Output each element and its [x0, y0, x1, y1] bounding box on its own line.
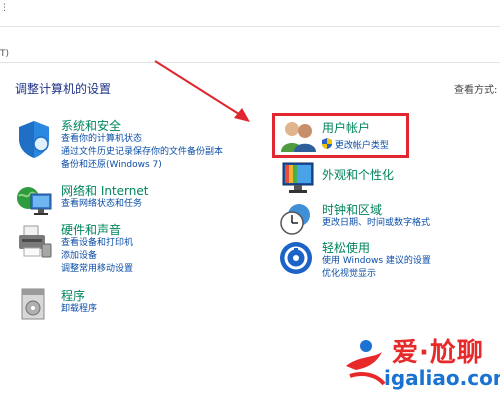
category-title[interactable]: 时钟和区域: [322, 203, 430, 217]
category-clock-region: 时钟和区域 更改日期、时间或数字格式: [322, 203, 430, 230]
programs-icon: [21, 288, 45, 320]
link-backup-restore[interactable]: 备份和还原(Windows 7): [61, 159, 223, 172]
link-network-status[interactable]: 查看网络状态和任务: [61, 198, 148, 211]
category-appearance: 外观和个性化: [322, 168, 394, 182]
category-title[interactable]: 外观和个性化: [322, 168, 394, 182]
address-fragment: T): [0, 49, 10, 59]
link-view-status[interactable]: 查看你的计算机状态: [61, 133, 223, 146]
link-optimize-display[interactable]: 优化视觉显示: [322, 268, 431, 281]
category-title[interactable]: 硬件和声音: [61, 223, 133, 237]
link-windows-suggested-settings[interactable]: 使用 Windows 建议的设置: [322, 255, 431, 268]
red-highlight-box: [272, 113, 409, 158]
ease-of-access-icon: [280, 242, 312, 274]
page-title: 调整计算机的设置: [15, 82, 112, 96]
appearance-monitor-icon: [282, 162, 314, 193]
category-system-security: 系统和安全 查看你的计算机状态 通过文件历史记录保存你的文件备份副本 备份和还原…: [61, 119, 223, 172]
category-network: 网络和 Internet 查看网络状态和任务: [61, 184, 148, 211]
clock-globe-icon: [280, 204, 310, 235]
link-mobility-settings[interactable]: 调整常用移动设置: [61, 263, 133, 276]
red-arrow-annotation: [154, 60, 250, 122]
category-ease-of-access: 轻松使用 使用 Windows 建议的设置 优化视觉显示: [322, 241, 431, 281]
title-bar: ⋮: [0, 0, 500, 27]
link-file-history[interactable]: 通过文件历史记录保存你的文件备份副本: [61, 146, 223, 159]
link-add-device[interactable]: 添加设备: [61, 250, 133, 263]
link-devices-printers[interactable]: 查看设备和打印机: [61, 237, 133, 250]
shield-icon: [19, 121, 49, 158]
category-title[interactable]: 系统和安全: [61, 119, 223, 133]
title-fragment: ⋮: [0, 3, 9, 13]
category-title[interactable]: 轻松使用: [322, 241, 431, 255]
link-change-date-format[interactable]: 更改日期、时间或数字格式: [322, 217, 430, 230]
watermark-title: 爱·尬聊: [392, 338, 484, 368]
view-by-label[interactable]: 查看方式:: [454, 81, 497, 96]
watermark-url: igaliao.com: [384, 366, 500, 390]
link-uninstall-program[interactable]: 卸载程序: [61, 303, 97, 316]
printer-icon: [19, 225, 52, 258]
category-title[interactable]: 网络和 Internet: [61, 184, 148, 198]
category-title[interactable]: 程序: [61, 289, 97, 303]
category-hardware-sound: 硬件和声音 查看设备和打印机 添加设备 调整常用移动设置: [61, 223, 133, 276]
category-programs: 程序 卸载程序: [61, 289, 97, 316]
network-globe-icon: [17, 187, 52, 215]
